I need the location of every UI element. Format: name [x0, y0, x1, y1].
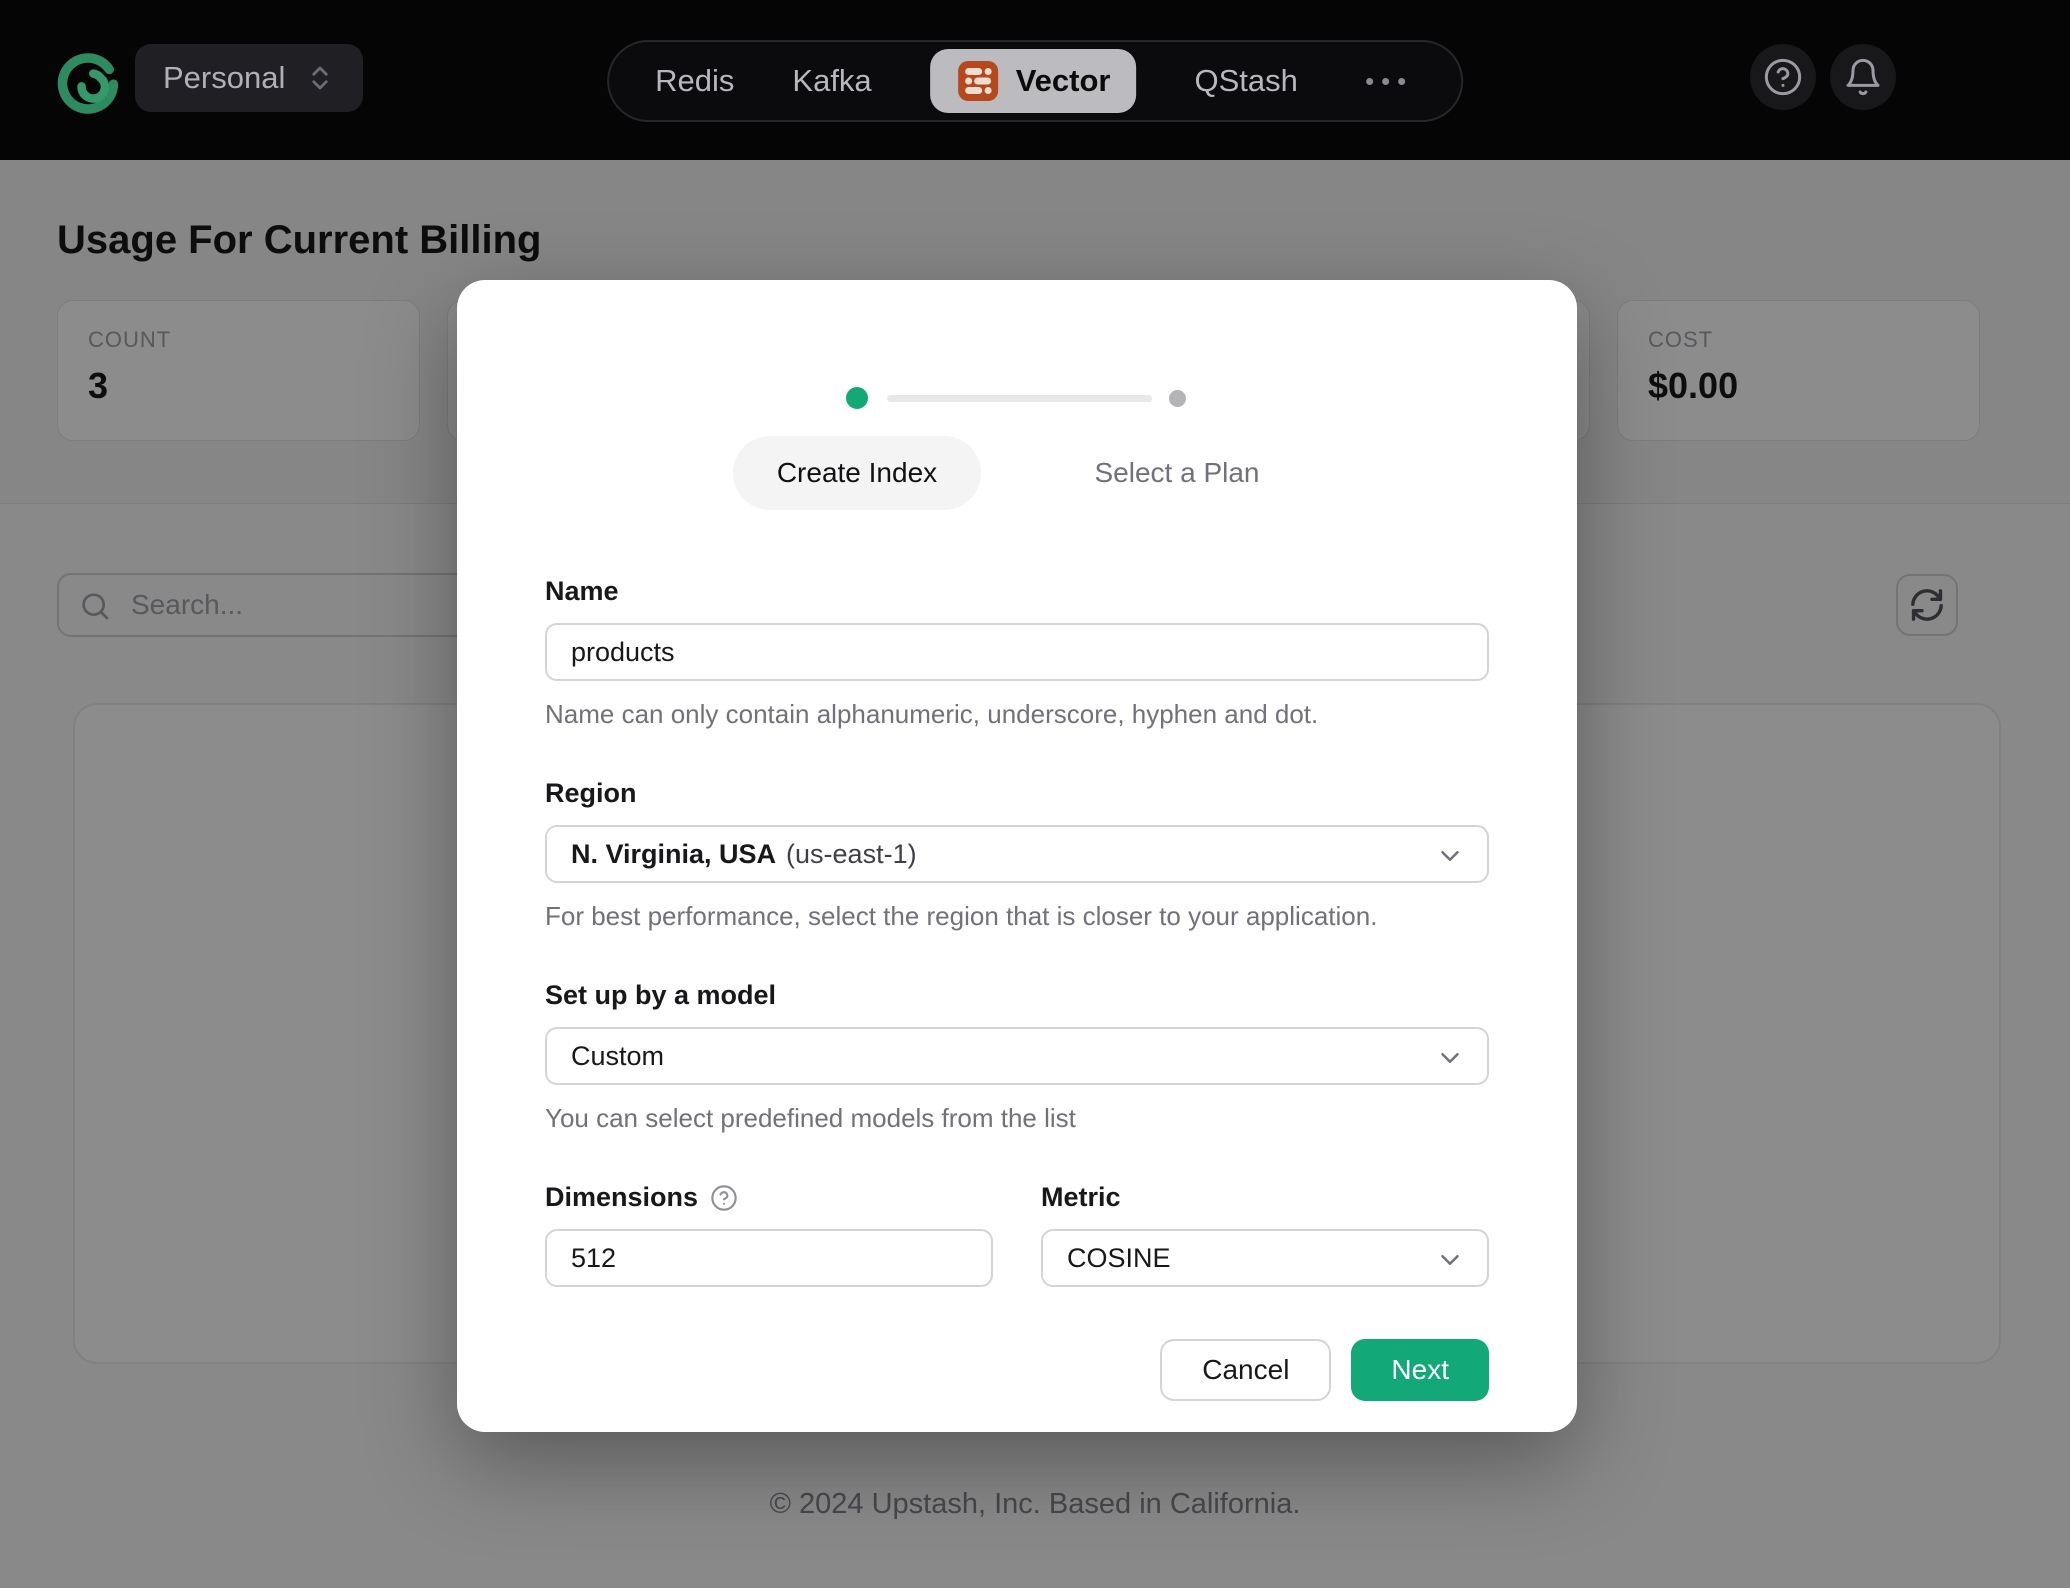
name-label: Name: [545, 576, 1489, 607]
upstash-console: Personal Redis Kafka Vector QSt: [0, 0, 2070, 1588]
chevron-down-icon: [1435, 841, 1465, 871]
org-switcher[interactable]: Personal: [135, 44, 363, 112]
region-select[interactable]: N. Virginia, USA (us-east-1): [545, 825, 1489, 883]
ellipsis-icon: [1366, 78, 1373, 85]
chevron-down-icon: [1435, 1043, 1465, 1073]
stepper-line: [887, 395, 1152, 402]
dimensions-input[interactable]: [545, 1229, 993, 1287]
name-input[interactable]: [545, 623, 1489, 681]
more-products-button[interactable]: [1356, 68, 1415, 95]
top-navbar: Personal Redis Kafka Vector QSt: [0, 0, 2070, 160]
next-button[interactable]: Next: [1351, 1339, 1489, 1401]
vector-icon: [956, 59, 1000, 103]
chevron-up-down-icon: [305, 63, 335, 93]
stepper-tabs: Create Index Select a Plan: [697, 436, 1337, 510]
model-helper: You can select predefined models from th…: [545, 1103, 1489, 1134]
region-helper: For best performance, select the region …: [545, 901, 1489, 932]
product-tab-vector-label: Vector: [1016, 63, 1111, 99]
dialog-stepper: [697, 386, 1337, 410]
chevron-down-icon: [1435, 1245, 1465, 1275]
name-helper: Name can only contain alphanumeric, unde…: [545, 699, 1489, 730]
product-tab-kafka[interactable]: Kafka: [792, 63, 871, 99]
help-button[interactable]: [1750, 44, 1816, 110]
product-tab-redis[interactable]: Redis: [655, 63, 734, 99]
stepper-dot-upcoming: [1169, 390, 1186, 407]
product-tab-qstash[interactable]: QStash: [1194, 63, 1297, 99]
upstash-logo[interactable]: [55, 46, 123, 114]
cancel-button[interactable]: Cancel: [1160, 1339, 1331, 1401]
name-field: Name Name can only contain alphanumeric,…: [545, 576, 1489, 730]
metric-select[interactable]: COSINE: [1041, 1229, 1489, 1287]
region-code: (us-east-1): [786, 839, 917, 870]
metric-label: Metric: [1041, 1182, 1489, 1213]
product-tab-vector[interactable]: Vector: [930, 49, 1137, 113]
create-index-dialog: Create Index Select a Plan Name Name can…: [457, 280, 1577, 1432]
bell-icon: [1843, 57, 1883, 97]
region-label: Region: [545, 778, 1489, 809]
model-field: Set up by a model Custom You can select …: [545, 980, 1489, 1134]
metric-value: COSINE: [1067, 1243, 1171, 1274]
product-nav: Redis Kafka Vector QStash: [607, 40, 1463, 122]
stepper-dot-active: [846, 387, 868, 409]
notifications-button[interactable]: [1830, 44, 1896, 110]
region-field: Region N. Virginia, USA (us-east-1) For …: [545, 778, 1489, 932]
dimensions-label: Dimensions: [545, 1182, 698, 1213]
step-select-plan: Select a Plan: [1095, 457, 1260, 489]
region-value: N. Virginia, USA: [571, 839, 776, 870]
org-name: Personal: [163, 60, 285, 96]
dimensions-field: Dimensions: [545, 1182, 993, 1287]
help-circle-icon: [1763, 57, 1803, 97]
dimensions-help-icon[interactable]: [710, 1184, 738, 1212]
model-select[interactable]: Custom: [545, 1027, 1489, 1085]
metric-field: Metric COSINE: [1041, 1182, 1489, 1287]
model-value: Custom: [571, 1041, 664, 1072]
model-label: Set up by a model: [545, 980, 1489, 1011]
step-create-index: Create Index: [733, 436, 981, 510]
